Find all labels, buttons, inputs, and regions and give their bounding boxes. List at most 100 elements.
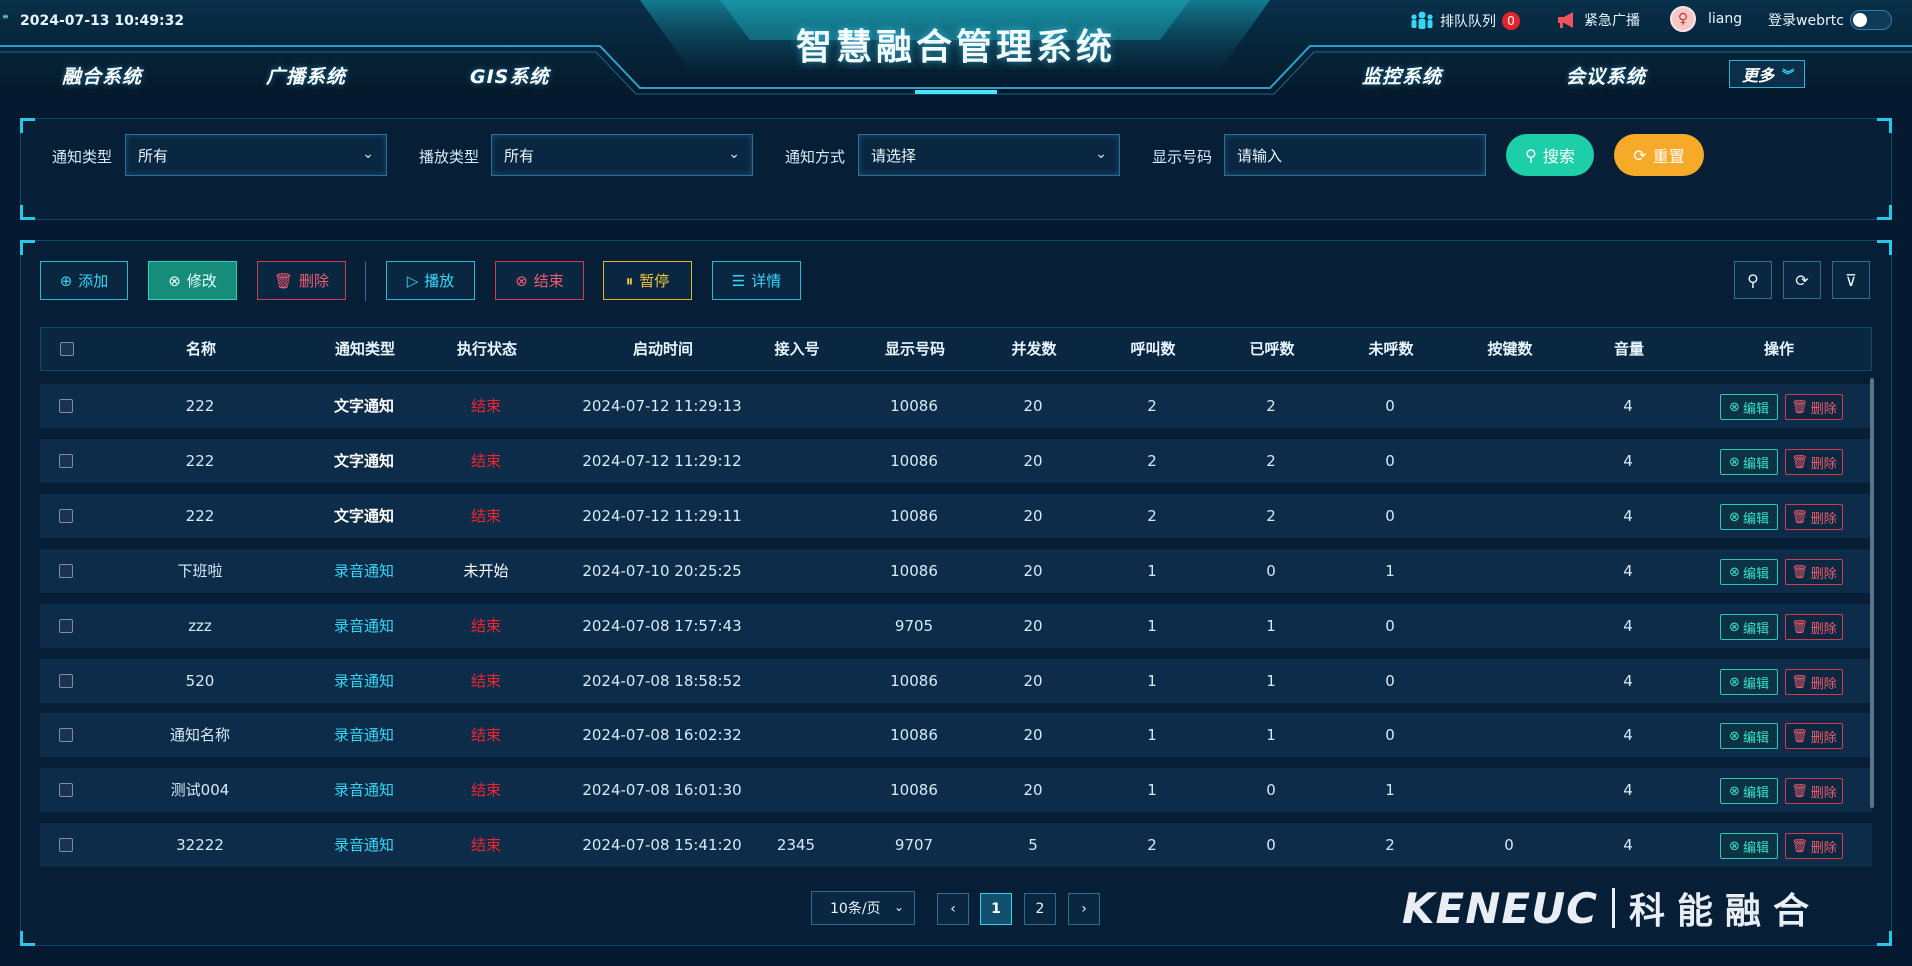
- row-checkbox[interactable]: [59, 838, 73, 852]
- nav-monitor-system[interactable]: 监控系统: [1362, 62, 1442, 89]
- row-delete-button[interactable]: 🗑 删除: [1785, 669, 1843, 695]
- row-edit-button[interactable]: ⊗ 编辑: [1720, 833, 1778, 859]
- notice-mode-placeholder: 请选择: [871, 146, 917, 165]
- row-delete-label: 删除: [1810, 511, 1837, 527]
- cell-volume: 4: [1623, 726, 1633, 744]
- more-menu-button[interactable]: 更多 ︾: [1729, 60, 1805, 88]
- next-page-button[interactable]: ›: [1068, 893, 1100, 925]
- add-button[interactable]: ⊕ 添加: [40, 261, 128, 300]
- row-edit-button[interactable]: ⊗ 编辑: [1720, 723, 1778, 749]
- play-button[interactable]: ▷ 播放: [386, 261, 475, 300]
- nav-fusion-system[interactable]: 融合系统: [62, 62, 142, 89]
- row-edit-button[interactable]: ⊗ 编辑: [1720, 778, 1778, 804]
- table-search-icon[interactable]: ⚲: [1734, 261, 1772, 299]
- page-size-select[interactable]: 10条/页 ⌄: [811, 891, 915, 925]
- nav-meeting-system[interactable]: 会议系统: [1566, 62, 1646, 89]
- cell-exec-status: 结束: [470, 836, 501, 854]
- row-delete-button[interactable]: 🗑 删除: [1785, 394, 1843, 420]
- row-delete-button[interactable]: 🗑 删除: [1785, 449, 1843, 475]
- cell-called: 1: [1266, 672, 1276, 690]
- cell-start-time: 2024-07-12 11:29:13: [582, 397, 742, 415]
- emergency-broadcast-button[interactable]: 紧急广播: [1556, 10, 1640, 30]
- queue-indicator[interactable]: 排队队列 0: [1410, 10, 1520, 32]
- row-edit-label: 编辑: [1742, 785, 1769, 801]
- nav-broadcast-system[interactable]: 广播系统: [266, 62, 346, 89]
- end-button[interactable]: ⊗ 结束: [495, 261, 584, 300]
- user-menu[interactable]: ♀ liang: [1670, 6, 1742, 32]
- search-button[interactable]: ⚲ 搜索: [1506, 134, 1594, 176]
- row-delete-button[interactable]: 🗑 删除: [1785, 833, 1843, 859]
- table-row[interactable]: 222 文字通知 结束 2024-07-12 11:29:12 10086 20 2 2 0 4 ⊗…: [40, 439, 1872, 483]
- webrtc-login[interactable]: 登录webrtc: [1768, 10, 1892, 30]
- column-filter-icon[interactable]: ⊽: [1832, 261, 1870, 299]
- col-access-number: 接入号: [774, 340, 820, 358]
- delete-button[interactable]: 🗑 删除: [257, 261, 346, 300]
- cell-exec-status: 结束: [470, 507, 501, 525]
- detail-button[interactable]: ☰ 详情: [712, 261, 801, 300]
- notice-mode-select[interactable]: 请选择 ⌄: [858, 134, 1120, 176]
- row-delete-button[interactable]: 🗑 删除: [1785, 559, 1843, 585]
- row-checkbox[interactable]: [59, 728, 73, 742]
- cell-uncalled: 0: [1385, 397, 1395, 415]
- cell-called: 0: [1266, 562, 1276, 580]
- table-row[interactable]: 下班啦 录音通知 未开始 2024-07-10 20:25:25 10086 20 1 0 1 4…: [40, 549, 1872, 593]
- edit-circle-icon: ⊗: [1729, 674, 1740, 690]
- row-delete-button[interactable]: 🗑 删除: [1785, 504, 1843, 530]
- reset-button[interactable]: ⟳ 重置: [1614, 134, 1704, 176]
- table-scrollbar[interactable]: [1870, 378, 1874, 808]
- row-checkbox[interactable]: [59, 674, 73, 688]
- table-refresh-icon[interactable]: ⟳: [1783, 261, 1821, 299]
- row-checkbox[interactable]: [59, 509, 73, 523]
- notice-type-select[interactable]: 所有 ⌄: [125, 134, 387, 176]
- table-row[interactable]: 32222 录音通知 结束 2024-07-08 15:41:20 2345 9707 5 2…: [40, 823, 1872, 867]
- row-edit-label: 编辑: [1742, 730, 1769, 746]
- display-number-input[interactable]: 请输入: [1224, 134, 1486, 176]
- cell-start-time: 2024-07-10 20:25:25: [582, 562, 742, 580]
- table-row[interactable]: zzz 录音通知 结束 2024-07-08 17:57:43 9705 20 1 1 0 4 ⊗ 编…: [40, 604, 1872, 648]
- refresh-icon: ⟳: [1633, 145, 1647, 165]
- cell-calls: 1: [1147, 617, 1157, 635]
- cell-called: 1: [1266, 726, 1276, 744]
- row-checkbox[interactable]: [59, 619, 73, 633]
- row-delete-button[interactable]: 🗑 删除: [1785, 614, 1843, 640]
- people-group-icon: [1411, 11, 1433, 29]
- table-row[interactable]: 520 录音通知 结束 2024-07-08 18:58:52 10086 20 1 1 0 4 ⊗…: [40, 659, 1872, 703]
- play-type-select[interactable]: 所有 ⌄: [491, 134, 753, 176]
- row-checkbox[interactable]: [59, 564, 73, 578]
- row-checkbox[interactable]: [59, 454, 73, 468]
- row-edit-button[interactable]: ⊗ 编辑: [1720, 504, 1778, 530]
- play-circle-icon: ▷: [406, 271, 419, 290]
- notice-mode-label: 通知方式: [785, 148, 846, 166]
- row-delete-button[interactable]: 🗑 删除: [1785, 778, 1843, 804]
- page-1-button[interactable]: 1: [980, 893, 1012, 925]
- row-edit-button[interactable]: ⊗ 编辑: [1720, 394, 1778, 420]
- prev-page-button[interactable]: ‹: [937, 893, 969, 925]
- cell-start-time: 2024-07-08 17:57:43: [582, 617, 742, 635]
- modify-button[interactable]: ⊗ 修改: [148, 261, 237, 300]
- row-checkbox[interactable]: [59, 783, 73, 797]
- table-row[interactable]: 通知名称 录音通知 结束 2024-07-08 16:02:32 10086 20 1 1 0 4…: [40, 713, 1872, 757]
- brand-english: KENEUC: [1402, 883, 1599, 933]
- row-delete-button[interactable]: 🗑 删除: [1785, 723, 1843, 749]
- row-edit-button[interactable]: ⊗ 编辑: [1720, 669, 1778, 695]
- table-row[interactable]: 222 文字通知 结束 2024-07-12 11:29:13 10086 20 2 2 0 4 ⊗…: [40, 384, 1872, 428]
- row-edit-button[interactable]: ⊗ 编辑: [1720, 559, 1778, 585]
- row-edit-button[interactable]: ⊗ 编辑: [1720, 614, 1778, 640]
- row-checkbox[interactable]: [59, 399, 73, 413]
- row-edit-label: 编辑: [1742, 456, 1769, 472]
- cell-volume: 4: [1623, 836, 1633, 854]
- table-row[interactable]: 222 文字通知 结束 2024-07-12 11:29:11 10086 20 2 2 0 4 ⊗…: [40, 494, 1872, 538]
- row-edit-button[interactable]: ⊗ 编辑: [1720, 449, 1778, 475]
- table-row[interactable]: 测试004 录音通知 结束 2024-07-08 16:01:30 10086 20 1 0 1…: [40, 768, 1872, 812]
- webrtc-toggle[interactable]: [1849, 10, 1892, 30]
- row-delete-label: 删除: [1810, 566, 1837, 582]
- cell-name: 520: [185, 672, 215, 690]
- top-header: ≡ 2024-07-13 10:49:32 智慧融合管理系统 融合系统 广播系统…: [0, 0, 1912, 96]
- page-2-button[interactable]: 2: [1024, 893, 1056, 925]
- select-all-checkbox[interactable]: [60, 342, 74, 356]
- nav-gis-system[interactable]: GIS系统: [470, 62, 549, 89]
- cell-called: 0: [1266, 781, 1276, 799]
- cell-notice-type: 录音通知: [333, 726, 394, 744]
- pause-button[interactable]: ⏸ 暂停: [603, 261, 692, 300]
- col-key-presses: 按键数: [1487, 340, 1533, 358]
